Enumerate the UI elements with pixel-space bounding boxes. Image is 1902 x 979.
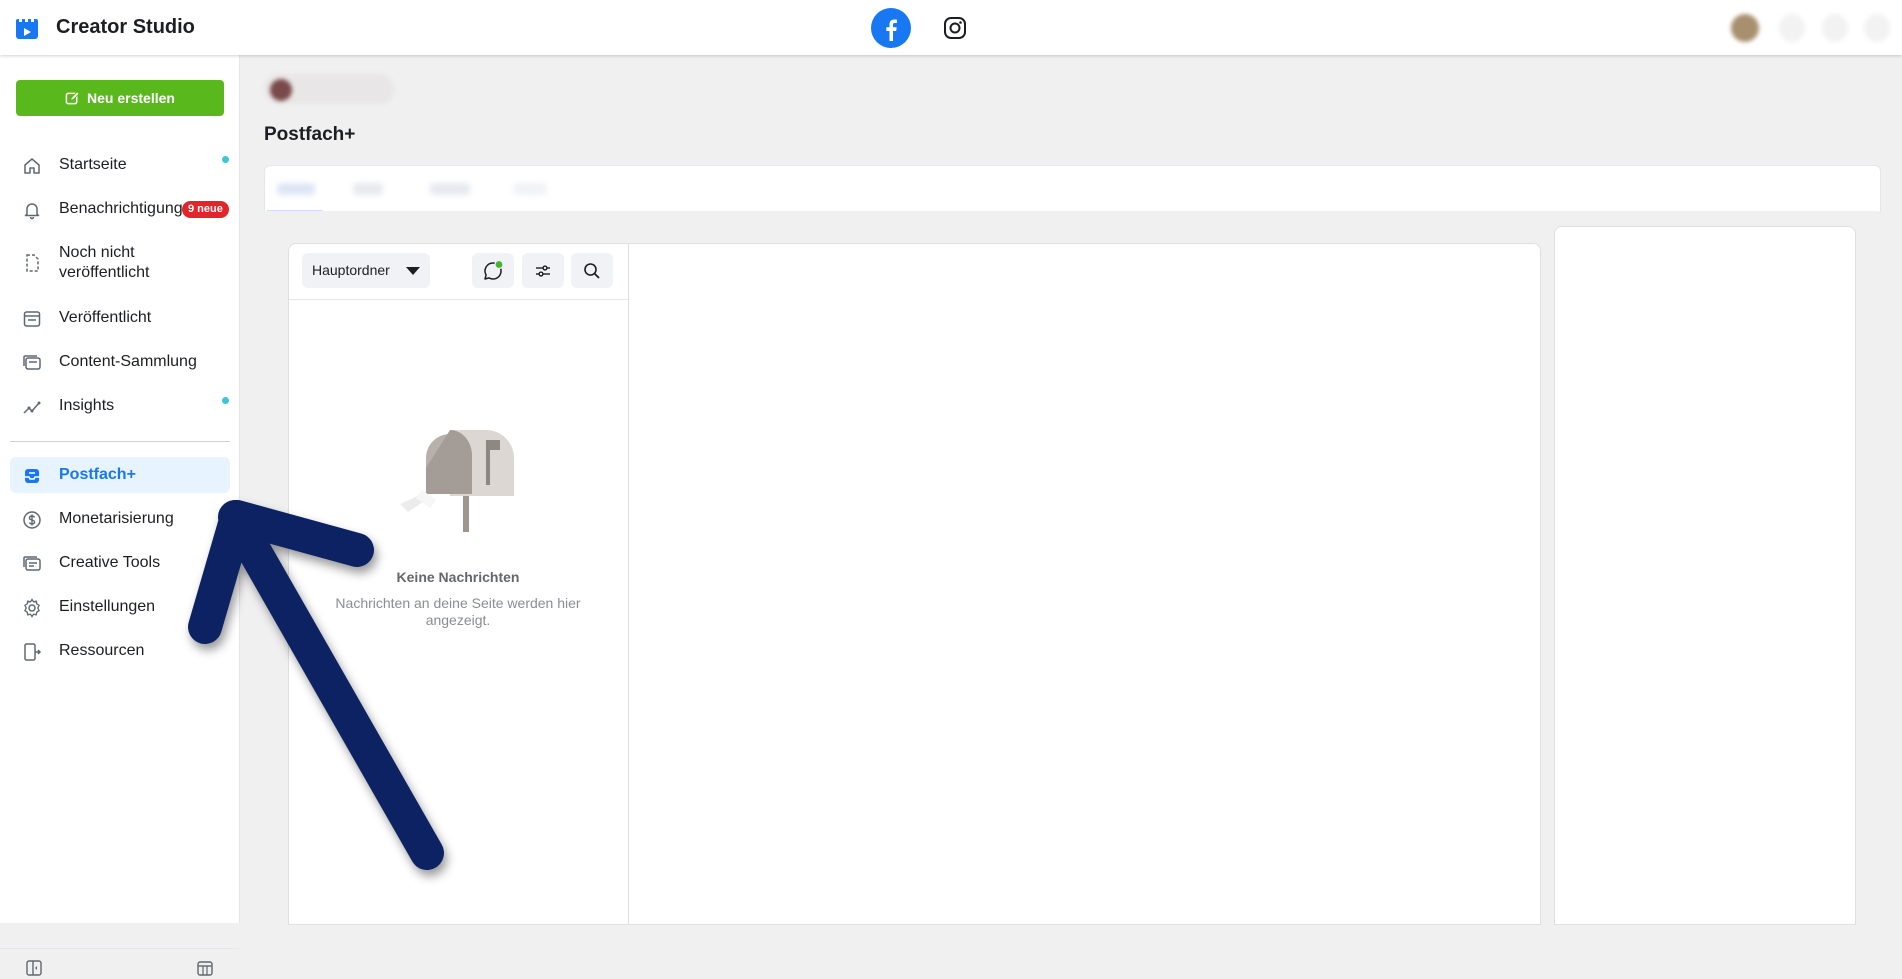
notification-dot: [222, 156, 229, 163]
chevron-down-icon: [406, 267, 420, 275]
sidebar-item-label: Monetarisierung: [59, 510, 174, 527]
sidebar-item-resources[interactable]: Ressourcen: [10, 633, 230, 669]
top-bar: Creator Studio: [0, 0, 1902, 55]
sidebar-item-inbox[interactable]: Postfach+: [10, 457, 230, 493]
home-icon: [24, 158, 40, 174]
page-avatar: [270, 79, 292, 101]
create-new-label: Neu erstellen: [87, 90, 175, 106]
collapse-sidebar-icon[interactable]: [25, 959, 43, 977]
bell-icon: [24, 203, 40, 220]
sidebar-item-monetization[interactable]: Monetarisierung: [10, 501, 230, 537]
sidebar-item-published[interactable]: Veröffentlicht: [10, 300, 230, 336]
conversation-view-panel: [628, 243, 1541, 925]
sidebar: Neu erstellen Startseite Benachrichtigun…: [0, 55, 240, 976]
sidebar-item-startseite[interactable]: Startseite: [10, 147, 230, 183]
creative-tools-icon: [23, 556, 41, 571]
list-divider: [289, 299, 628, 300]
inbox-icon: [25, 469, 39, 483]
tab-2[interactable]: [353, 183, 383, 195]
messages-filter-button[interactable]: [472, 253, 514, 288]
top-action-icon[interactable]: [1779, 14, 1805, 42]
notification-dot: [222, 397, 229, 404]
sidebar-item-label: Einstellungen: [59, 598, 156, 615]
sidebar-item-unpublished[interactable]: Noch nicht veröffentlicht: [10, 241, 230, 285]
inbox-tabs: [264, 165, 1881, 213]
sidebar-item-label: Content-Sammlung: [59, 353, 197, 370]
create-new-button[interactable]: Neu erstellen: [16, 80, 224, 116]
sidebar-item-creative-tools[interactable]: Creative Tools: [10, 545, 230, 581]
sidebar-item-insights[interactable]: Insights: [10, 388, 230, 424]
sidebar-divider: [10, 441, 230, 442]
dollar-icon: [23, 511, 41, 529]
sidebar-item-label: Creative Tools: [59, 554, 161, 571]
empty-state-subtitle: Nachrichten an deine Seite werden hier a…: [335, 595, 581, 628]
search-button[interactable]: [571, 253, 613, 288]
tab-1[interactable]: [277, 183, 315, 195]
empty-state-title: Keine Nachrichten: [396, 569, 520, 585]
edit-icon: [65, 90, 80, 104]
tab-3[interactable]: [430, 183, 470, 195]
sidebar-footer: [0, 948, 239, 979]
top-action-icon[interactable]: [1822, 14, 1848, 42]
app-title: Creator Studio: [56, 16, 195, 38]
sidebar-item-content-library[interactable]: Content-Sammlung: [10, 344, 230, 380]
creator-studio-logo-icon[interactable]: [15, 15, 41, 41]
mailbox-icon: [400, 429, 514, 532]
sidebar-item-label: Postfach+: [59, 466, 136, 483]
sidebar-item-label: Noch nicht veröffentlicht: [59, 244, 150, 281]
sidebar-item-label: Benachrichtigung: [59, 200, 183, 217]
profile-avatar[interactable]: [1731, 14, 1759, 42]
sidebar-item-label: Veröffentlicht: [59, 309, 152, 326]
draft-icon: [26, 254, 39, 272]
calendar-icon[interactable]: [196, 959, 214, 977]
tab-4[interactable]: [513, 183, 547, 195]
gear-icon: [24, 598, 40, 618]
folder-select[interactable]: Hauptordner: [302, 253, 430, 288]
insights-icon: [23, 401, 41, 414]
facebook-icon[interactable]: [871, 8, 911, 48]
contact-details-panel: [1554, 226, 1856, 925]
library-icon: [23, 355, 41, 370]
sidebar-item-label: Insights: [59, 397, 115, 414]
chat-bubble-icon: [484, 259, 504, 280]
folder-select-value: Hauptordner: [312, 262, 390, 278]
published-icon: [23, 311, 41, 327]
instagram-icon[interactable]: [939, 12, 971, 44]
sliders-icon: [536, 264, 550, 277]
notification-badge: 9 neue: [182, 201, 229, 218]
sidebar-item-label: Ressourcen: [59, 642, 145, 659]
filter-settings-button[interactable]: [522, 253, 564, 288]
search-icon: [584, 262, 600, 279]
page-title: Postfach+: [264, 124, 356, 145]
sidebar-item-label: Startseite: [59, 156, 127, 173]
top-action-icon[interactable]: [1864, 14, 1890, 42]
resources-icon: [24, 643, 42, 661]
sidebar-item-settings[interactable]: Einstellungen: [10, 589, 230, 625]
